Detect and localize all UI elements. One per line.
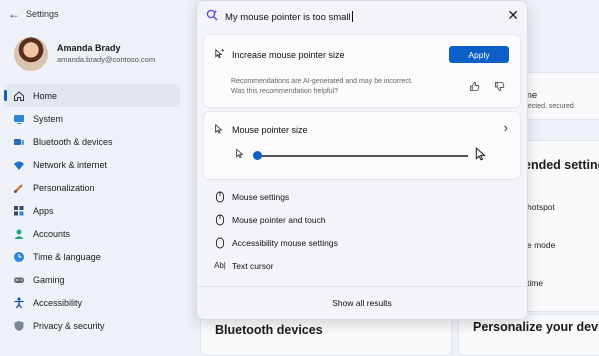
sidebar-item-network[interactable]: Network & internet xyxy=(4,153,180,176)
sidebar-item-label: Home xyxy=(33,90,58,101)
text-cursor-icon: Ab| xyxy=(214,261,226,270)
result-mouse-pointer-touch[interactable]: Mouse pointer and touch xyxy=(197,209,527,231)
sidebar-item-personalization[interactable]: Personalization xyxy=(4,176,180,199)
bluetooth-devices-icon xyxy=(14,138,24,145)
result-label: Mouse settings xyxy=(232,192,290,202)
text-caret xyxy=(351,11,353,22)
monitor-icon xyxy=(14,114,24,124)
bluetooth-heading: Bluetooth devices xyxy=(215,323,323,337)
window-title: Settings xyxy=(26,9,59,19)
sidebar-item-label: Privacy & security xyxy=(33,320,105,331)
show-all-results-button[interactable]: Show all results xyxy=(197,298,527,308)
sidebar-item-label: Accessibility xyxy=(33,297,83,308)
sidebar-item-apps[interactable]: Apps xyxy=(4,199,180,222)
slider-thumb[interactable] xyxy=(253,151,262,160)
result-label: Text cursor xyxy=(232,261,274,271)
sidebar-item-gaming[interactable]: Gaming xyxy=(4,268,180,291)
setting-row-time[interactable]: time xyxy=(527,278,543,288)
user-email: amanda.brady@contoso.com xyxy=(57,55,156,64)
mouse-icon xyxy=(216,191,224,203)
recommended-heading-fragment: ended setting xyxy=(524,158,599,172)
sidebar-item-label: Apps xyxy=(33,205,54,216)
pointer-size-slider[interactable] xyxy=(256,155,468,157)
sidebar-item-time-language[interactable]: Time & language xyxy=(4,245,180,268)
sidebar-item-label: Time & language xyxy=(33,251,101,262)
small-pointer-icon xyxy=(236,148,244,159)
user-name: Amanda Brady xyxy=(57,43,121,53)
thumbs-down-icon[interactable] xyxy=(494,81,505,92)
search-bar[interactable]: My mouse pointer is too small ✕ xyxy=(197,1,527,31)
thumbs-up-icon[interactable] xyxy=(469,81,480,92)
recommendation-title: Increase mouse pointer size xyxy=(232,50,345,60)
home-icon xyxy=(14,90,24,101)
large-pointer-icon xyxy=(475,147,486,161)
search-query-text: My mouse pointer is too small xyxy=(225,12,351,23)
result-mouse-settings[interactable]: Mouse settings xyxy=(197,186,527,208)
result-label: Accessibility mouse settings xyxy=(232,238,338,248)
close-button[interactable]: ✕ xyxy=(507,7,519,24)
person-icon xyxy=(14,229,24,239)
gamepad-icon xyxy=(14,277,24,283)
setting-row-mode[interactable]: e mode xyxy=(527,240,555,250)
search-flyout: My mouse pointer is too small ✕ Increase… xyxy=(196,0,528,320)
bluetooth-devices-card: Bluetooth devices xyxy=(200,314,452,356)
sidebar-item-accounts[interactable]: Accounts xyxy=(4,222,180,245)
sidebar-item-privacy[interactable]: Privacy & security xyxy=(4,314,180,337)
apply-button[interactable]: Apply xyxy=(449,46,509,63)
sidebar-item-label: Bluetooth & devices xyxy=(33,136,113,147)
sidebar-item-home[interactable]: Home xyxy=(4,84,180,107)
sidebar-item-accessibility[interactable]: Accessibility xyxy=(4,291,180,314)
sidebar: Home System Bluetooth & devices Network … xyxy=(4,84,180,337)
copilot-search-icon xyxy=(206,9,218,21)
card-sub-fragment: nected, secured xyxy=(524,103,574,110)
accessibility-icon xyxy=(14,297,24,308)
wifi-icon xyxy=(14,161,24,170)
result-accessibility-mouse[interactable]: Accessibility mouse settings xyxy=(197,232,527,254)
mouse-pointer-icon xyxy=(215,124,223,134)
ai-disclaimer: Recommendations are AI-generated and may… xyxy=(231,78,413,95)
sidebar-item-bluetooth[interactable]: Bluetooth & devices xyxy=(4,130,180,153)
sidebar-item-label: Personalization xyxy=(33,182,95,193)
apps-icon xyxy=(14,205,24,215)
sidebar-item-label: Gaming xyxy=(33,274,65,285)
sidebar-item-label: Network & internet xyxy=(33,159,108,170)
setting-row-hotspot[interactable]: hotspot xyxy=(527,202,555,212)
personalize-card: Personalize your devic xyxy=(458,314,599,356)
personalize-heading: Personalize your devic xyxy=(473,320,599,334)
pointer-sparkle-icon xyxy=(215,48,225,59)
search-input[interactable]: My mouse pointer is too small xyxy=(225,11,353,23)
brush-icon xyxy=(14,183,23,193)
mouse-icon xyxy=(216,214,224,226)
sidebar-item-system[interactable]: System xyxy=(4,107,180,130)
divider xyxy=(197,286,527,287)
avatar xyxy=(14,37,48,71)
result-text-cursor[interactable]: Ab| Text cursor xyxy=(197,255,527,277)
result-label: Mouse pointer and touch xyxy=(232,215,326,225)
pointer-size-title: Mouse pointer size xyxy=(232,125,308,135)
sidebar-item-label: Accounts xyxy=(33,228,71,239)
chevron-right-icon[interactable]: › xyxy=(504,120,508,135)
mouse-icon xyxy=(216,237,224,249)
sidebar-item-label: System xyxy=(33,113,64,124)
shield-icon xyxy=(14,320,24,331)
globe-clock-icon xyxy=(14,251,24,262)
back-button[interactable]: ← xyxy=(8,7,20,21)
